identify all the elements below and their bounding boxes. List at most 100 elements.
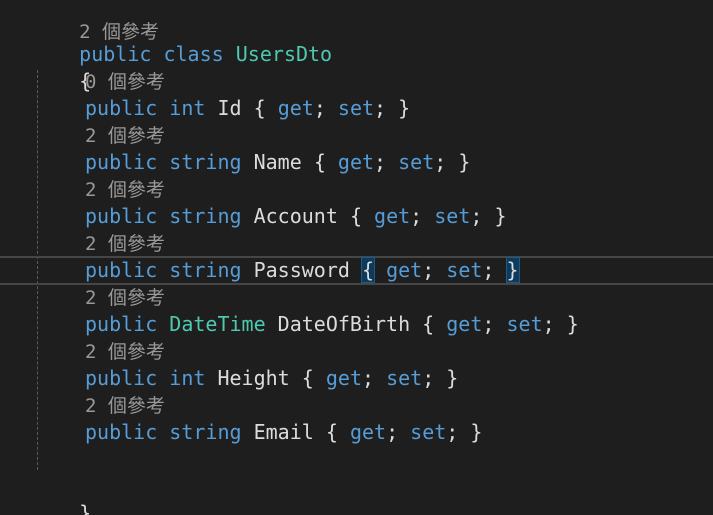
code-editor[interactable]: 2 個參考 public class UsersDto { 0 個參考 publi… <box>0 0 713 515</box>
set-accessor: set <box>506 312 543 336</box>
property-name: Password <box>253 258 350 282</box>
codelens-dateofbirth[interactable]: 2 個參考 <box>85 284 165 311</box>
keyword-class: class <box>163 42 224 66</box>
accessor-close-brace: } <box>494 204 507 228</box>
separator <box>290 366 302 390</box>
separator: ; <box>410 204 435 228</box>
codelens-link[interactable]: 2 個參考 <box>85 233 165 255</box>
separator <box>326 150 338 174</box>
separator: ; <box>374 150 399 174</box>
codelens-link[interactable]: 2 個參考 <box>85 125 165 147</box>
get-accessor: get <box>325 366 362 390</box>
property-type: DateTime <box>169 312 266 336</box>
separator: ; <box>482 312 507 336</box>
get-accessor: get <box>277 96 314 120</box>
separator <box>157 96 169 120</box>
separator <box>434 312 446 336</box>
separator: ; <box>374 96 399 120</box>
accessor-open-brace: { <box>422 312 435 336</box>
get-accessor: get <box>349 420 387 444</box>
separator <box>350 258 362 282</box>
codelens-id[interactable]: 0 個參考 <box>85 68 165 95</box>
separator <box>266 96 278 120</box>
property-modifier: public <box>85 96 158 120</box>
accessor-open-brace: { <box>349 204 362 228</box>
separator: ; <box>446 420 471 444</box>
separator <box>242 150 254 174</box>
class-declaration-line[interactable]: public class UsersDto <box>31 14 332 66</box>
property-name: DateOfBirth <box>277 312 411 336</box>
separator <box>205 96 217 120</box>
get-accessor: get <box>446 312 483 336</box>
property-type: string <box>169 420 242 444</box>
codelens-link[interactable]: 2 個參考 <box>85 395 165 417</box>
set-accessor: set <box>386 366 423 390</box>
property-type: string <box>169 150 242 174</box>
property-type: int <box>169 366 206 390</box>
class-name[interactable]: UsersDto <box>236 42 332 66</box>
separator <box>314 420 326 444</box>
set-accessor: set <box>398 150 435 174</box>
property-line-id[interactable]: public int Id { get; set; } <box>85 95 410 122</box>
accessor-open-brace: { <box>325 420 338 444</box>
accessor-close-brace: } <box>566 312 579 336</box>
separator <box>302 150 314 174</box>
close-brace-line[interactable]: } <box>31 473 91 515</box>
property-modifier: public <box>85 312 158 336</box>
separator: ; <box>422 258 447 282</box>
get-accessor: get <box>374 204 411 228</box>
accessor-open-brace: { <box>360 257 376 283</box>
property-line-email[interactable]: public string Email { get; set; } <box>85 419 482 446</box>
property-name: Id <box>217 96 242 120</box>
codelens-password[interactable]: 2 個參考 <box>85 230 165 257</box>
accessor-close-brace: } <box>505 257 520 283</box>
codelens-link[interactable]: 0 個參考 <box>85 71 165 93</box>
accessor-close-brace: } <box>398 96 411 120</box>
separator <box>157 258 169 282</box>
set-accessor: set <box>434 204 471 228</box>
property-modifier: public <box>85 420 158 444</box>
separator <box>338 204 350 228</box>
property-type: string <box>169 258 242 282</box>
property-line-dateofbirth[interactable]: public DateTime DateOfBirth { get; set; … <box>85 311 579 338</box>
separator <box>338 420 350 444</box>
codelens-height[interactable]: 2 個參考 <box>85 338 165 365</box>
codelens-name[interactable]: 2 個參考 <box>85 122 165 149</box>
codelens-link[interactable]: 2 個參考 <box>85 179 165 201</box>
separator <box>205 366 217 390</box>
property-name: Account <box>253 204 338 228</box>
separator <box>157 150 169 174</box>
accessor-open-brace: { <box>253 96 266 120</box>
separator <box>266 312 278 336</box>
property-modifier: public <box>85 366 158 390</box>
property-line-account[interactable]: public string Account { get; set; } <box>85 203 507 230</box>
separator <box>157 420 169 444</box>
property-modifier: public <box>85 258 158 282</box>
separator <box>242 258 254 282</box>
separator: ; <box>422 366 447 390</box>
separator <box>314 366 326 390</box>
codelens-email[interactable]: 2 個參考 <box>85 392 165 419</box>
set-accessor: set <box>337 96 375 120</box>
separator <box>242 204 254 228</box>
separator <box>374 258 386 282</box>
property-name: Email <box>253 420 314 444</box>
property-line-password[interactable]: public string Password { get; set; } <box>85 257 520 284</box>
property-line-name[interactable]: public string Name { get; set; } <box>85 149 470 176</box>
separator <box>157 366 169 390</box>
accessor-close-brace: } <box>458 150 471 174</box>
open-brace-line[interactable]: { <box>31 41 91 93</box>
codelens-account[interactable]: 2 個參考 <box>85 176 165 203</box>
separator: ; <box>313 96 338 120</box>
property-type: int <box>169 96 206 120</box>
property-line-height[interactable]: public int Height { get; set; } <box>85 365 458 392</box>
set-accessor: set <box>446 258 483 282</box>
codelens-link[interactable]: 2 個參考 <box>85 341 165 363</box>
separator <box>242 420 254 444</box>
separator: ; <box>386 420 411 444</box>
accessor-open-brace: { <box>313 150 326 174</box>
set-accessor: set <box>410 420 447 444</box>
codelens-link[interactable]: 2 個參考 <box>85 287 165 309</box>
separator: ; <box>482 258 507 282</box>
property-modifier: public <box>85 150 158 174</box>
